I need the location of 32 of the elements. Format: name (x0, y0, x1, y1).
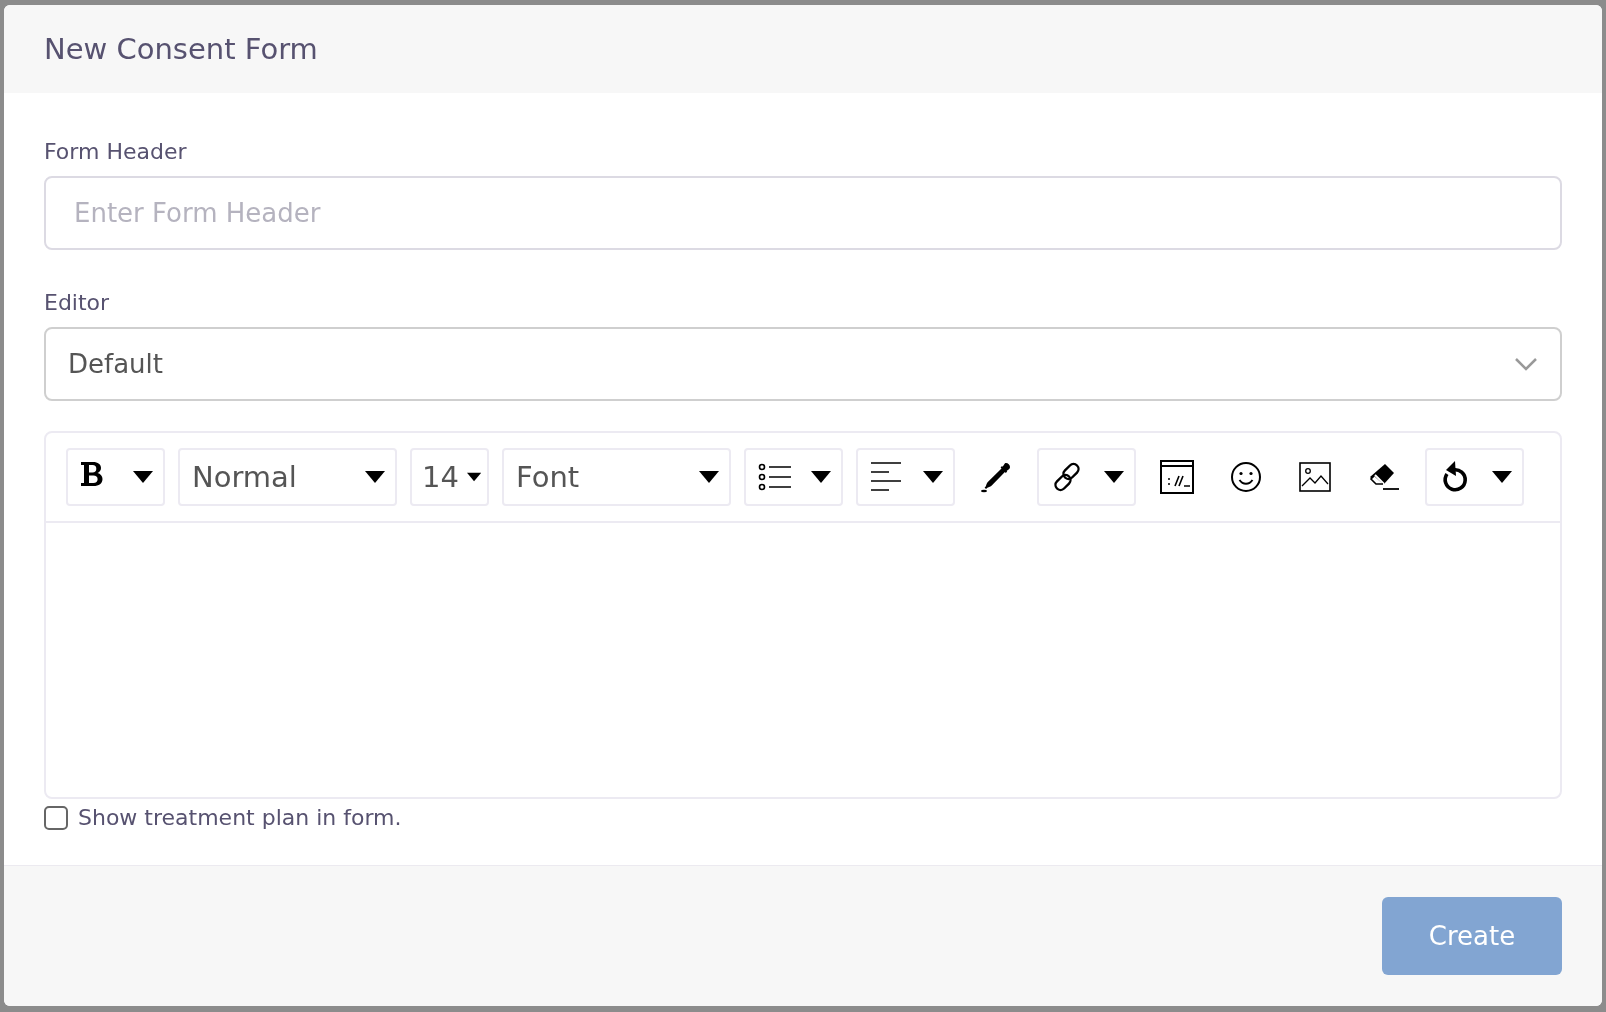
chain-link-icon (1051, 461, 1083, 493)
editor-select[interactable]: Default (44, 327, 1562, 401)
caret-icon (699, 471, 719, 483)
bullet-list-icon (758, 463, 792, 491)
caret-icon (1492, 471, 1512, 483)
dialog-title: New Consent Form (44, 32, 318, 66)
toolbar-dropdown[interactable]: 14 (410, 448, 489, 506)
toolbar-dropdown[interactable] (744, 448, 843, 506)
caret-icon (466, 471, 481, 483)
caret-icon (811, 471, 831, 483)
smiley-icon (1230, 461, 1262, 493)
image-icon (1299, 462, 1331, 492)
toolbar-dropdown[interactable] (1425, 448, 1524, 506)
pen-icon (980, 461, 1012, 493)
checkbox[interactable] (44, 805, 68, 830)
caret-icon (1104, 471, 1124, 483)
chevron-down-icon (1514, 357, 1538, 371)
field-label: Editor (44, 290, 111, 315)
toolbar-dropdown[interactable] (1037, 448, 1136, 506)
caret-icon (365, 471, 385, 483)
align-left-icon (870, 462, 902, 492)
form-header-field[interactable]: Enter Form Header (44, 176, 1562, 250)
toolbar-dropdown[interactable]: Font (502, 448, 731, 506)
checkbox-label: Show treatment plan in form. (78, 805, 402, 830)
caret-icon (133, 471, 153, 483)
toolbar-dropdown[interactable] (66, 448, 165, 506)
code-window-icon (1160, 460, 1194, 494)
eraser-icon (1368, 463, 1400, 491)
field-label: Form Header (44, 139, 188, 164)
toolbar-dropdown[interactable]: Normal (178, 448, 397, 506)
caret-icon (923, 471, 943, 483)
toolbar-dropdown[interactable] (856, 448, 955, 506)
